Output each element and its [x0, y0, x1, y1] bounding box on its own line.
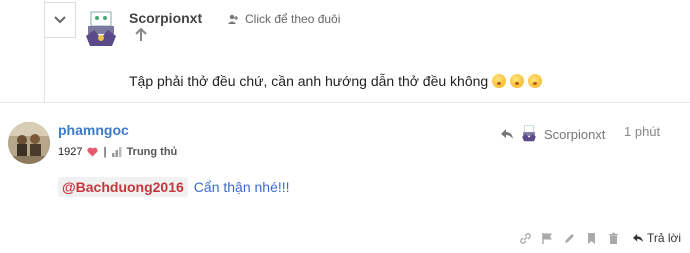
reply-arrow-icon — [501, 129, 513, 139]
follow-label: Click để theo đuôi — [245, 12, 341, 26]
user-meta: 1927 | Trung thủ — [58, 146, 177, 158]
quoted-text: Tập phải thở đều chứ, cần anh hướng dẫn … — [129, 73, 543, 89]
reply-to-indicator[interactable]: Scorpionxt — [500, 124, 605, 144]
heart-icon — [87, 147, 98, 157]
user-rank: Trung thủ — [126, 146, 178, 158]
quoted-user-avatar[interactable] — [82, 8, 120, 52]
reply-label: Trả lời — [647, 231, 682, 245]
post-actions: Trả lời — [518, 231, 681, 245]
flag-icon[interactable] — [540, 231, 554, 245]
arrow-up-icon[interactable] — [134, 28, 148, 42]
like-count: 1927 — [58, 146, 83, 158]
link-icon[interactable] — [518, 231, 532, 245]
bookmark-icon[interactable] — [584, 231, 598, 245]
quoted-text-content: Tập phải thở đều chứ, cần anh hướng dẫn … — [129, 73, 489, 89]
add-user-icon — [228, 14, 238, 24]
collapse-quote-button[interactable] — [44, 2, 76, 38]
chevron-down-icon — [54, 16, 66, 24]
shushing-face-emoji-icon — [528, 74, 543, 88]
reply-button[interactable]: Trả lời — [632, 231, 681, 245]
post-body: @Bachduong2016 Cẩn thận nhé!!! — [58, 177, 290, 197]
reply-icon — [633, 233, 643, 243]
edit-icon[interactable] — [562, 231, 576, 245]
post-divider — [0, 102, 690, 103]
delete-icon[interactable] — [606, 231, 620, 245]
quoted-username[interactable]: Scorpionxt — [129, 10, 202, 26]
shushing-face-emoji-icon — [492, 74, 507, 88]
post-user-avatar[interactable] — [8, 122, 50, 164]
reply-to-avatar — [522, 125, 536, 142]
post-username[interactable]: phamngoc — [58, 122, 129, 138]
reply-to-username: Scorpionxt — [544, 126, 606, 142]
shushing-face-emoji-icon — [510, 74, 525, 88]
follow-user-link[interactable]: Click để theo đuôi — [228, 12, 340, 26]
separator: | — [103, 146, 107, 158]
user-mention[interactable]: @Bachduong2016 — [58, 177, 188, 197]
post-timestamp[interactable]: 1 phút — [624, 124, 660, 139]
rank-bars-icon — [111, 147, 122, 157]
post-text: Cẩn thận nhé!!! — [193, 179, 290, 195]
